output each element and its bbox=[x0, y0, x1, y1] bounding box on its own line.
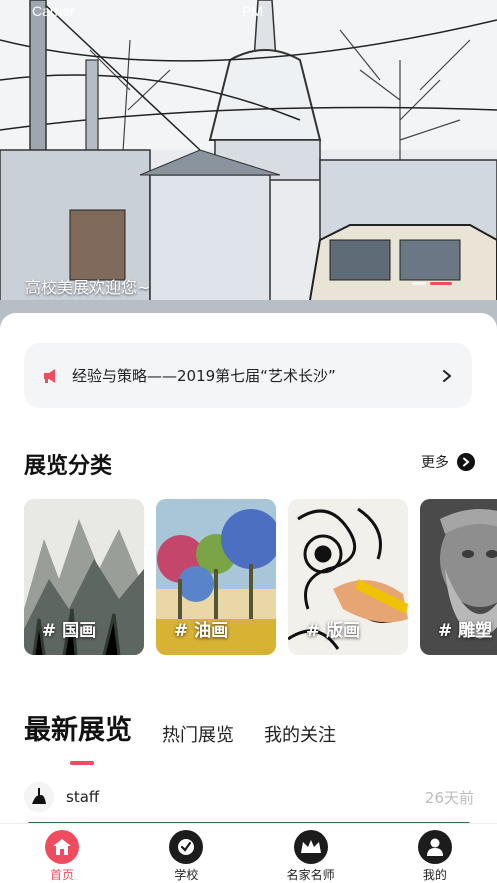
category-card-diaosu[interactable]: # 雕塑 bbox=[420, 499, 497, 655]
crown-icon bbox=[293, 830, 328, 864]
nav-item-profile[interactable]: 我的 bbox=[373, 824, 497, 883]
more-label: 更多 bbox=[421, 455, 449, 471]
tab-popular[interactable]: 热门展览 bbox=[162, 721, 234, 751]
exhibition-tabs: 最新展览 热门展览 我的关注 bbox=[24, 708, 336, 765]
category-card-youhua[interactable]: # 油画 bbox=[156, 499, 276, 655]
category-list: # 国画 # 油画 # 版画 # 雕塑 bbox=[24, 499, 497, 655]
carousel-dot[interactable] bbox=[412, 282, 426, 285]
notice-bar[interactable]: 经验与策略——2019第七届“艺术长沙” bbox=[24, 343, 472, 408]
school-icon bbox=[169, 830, 204, 864]
chevron-right-icon bbox=[443, 369, 451, 382]
nav-label: 学校 bbox=[174, 868, 199, 882]
feed-timestamp: 26天前 bbox=[424, 788, 474, 807]
bottom-nav: 首页 学校 名家名师 我的 bbox=[0, 823, 497, 883]
avatar[interactable] bbox=[24, 782, 54, 812]
nav-label: 我的 bbox=[422, 868, 447, 882]
category-label: # 国画 bbox=[42, 621, 97, 641]
nav-item-home[interactable]: 首页 bbox=[0, 824, 124, 883]
nav-label: 首页 bbox=[50, 868, 75, 882]
home-icon bbox=[45, 830, 80, 864]
tab-latest[interactable]: 最新展览 bbox=[24, 708, 132, 765]
nav-label: 名家名师 bbox=[286, 868, 335, 882]
feed-username: staff bbox=[66, 788, 100, 806]
category-card-banhua[interactable]: # 版画 bbox=[288, 499, 408, 655]
hero-banner[interactable]: Carrier PM 高校美展欢迎您~ bbox=[0, 0, 497, 330]
feed-item[interactable]: staff 26天前 bbox=[24, 780, 474, 814]
nav-item-school[interactable]: 学校 bbox=[124, 824, 248, 883]
carousel-indicators bbox=[412, 282, 452, 285]
category-label: # 雕塑 bbox=[438, 621, 493, 641]
user-icon bbox=[417, 830, 452, 864]
more-button[interactable]: 更多 bbox=[421, 452, 475, 472]
hero-caption: 高校美展欢迎您~ bbox=[25, 278, 151, 297]
status-time: PM bbox=[242, 3, 263, 19]
tab-following[interactable]: 我的关注 bbox=[264, 721, 336, 751]
status-bar: Carrier PM bbox=[32, 3, 481, 23]
arrow-right-circle-icon bbox=[457, 453, 475, 471]
carousel-dot-active[interactable] bbox=[430, 282, 452, 285]
carrier-label: Carrier bbox=[32, 3, 75, 19]
announcement-icon bbox=[44, 368, 55, 383]
category-label: # 油画 bbox=[174, 621, 229, 641]
notice-text: 经验与策略——2019第七届“艺术长沙” bbox=[72, 367, 336, 385]
category-label: # 版画 bbox=[306, 621, 361, 641]
category-card-guohua[interactable]: # 国画 bbox=[24, 499, 144, 655]
nav-item-masters[interactable]: 名家名师 bbox=[249, 824, 373, 883]
section-title-categories: 展览分类 bbox=[24, 454, 113, 479]
app-screen: Carrier PM 高校美展欢迎您~ 经验与策略——2019第七届“艺术长沙”… bbox=[0, 0, 497, 883]
